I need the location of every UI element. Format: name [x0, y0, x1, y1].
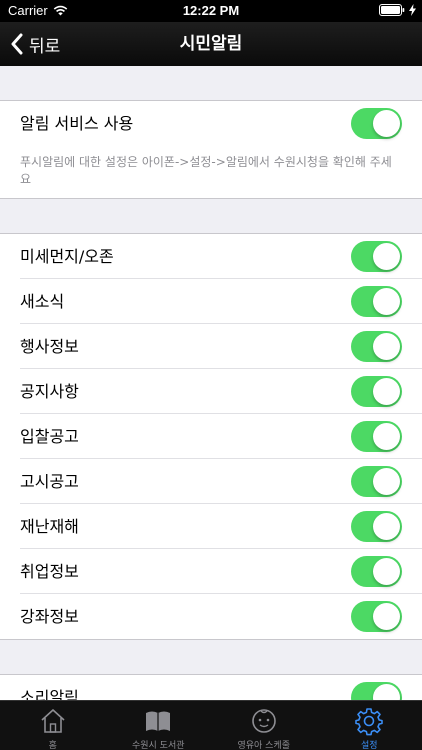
service-toggle-switch[interactable] [351, 108, 402, 139]
settings-list[interactable]: 알림 서비스 사용 푸시알림에 대한 설정은 아이폰->설정->알림에서 수원시… [0, 66, 422, 700]
category-toggle-switch[interactable] [351, 376, 402, 407]
category-toggle-switch[interactable] [351, 511, 402, 542]
category-toggle-switch[interactable] [351, 601, 402, 632]
category-section: 미세먼지/오존 새소식 행사정보 공지사항 입찰공고 고시공고 재난재해 취업정… [0, 233, 422, 640]
category-row: 미세먼지/오존 [0, 234, 422, 279]
category-label: 재난재해 [20, 517, 79, 536]
sound-section: 소리알림 [0, 674, 422, 700]
baby-icon [251, 709, 276, 733]
navigation-bar: 뒤로 시민알림 [0, 22, 422, 66]
tab-settings[interactable]: 설정 [317, 701, 422, 750]
category-label: 미세먼지/오존 [20, 247, 114, 266]
book-icon [146, 711, 171, 731]
category-toggle-switch[interactable] [351, 286, 402, 317]
service-section: 알림 서비스 사용 푸시알림에 대한 설정은 아이폰->설정->알림에서 수원시… [0, 100, 422, 199]
category-row: 공지사항 [0, 369, 422, 414]
tab-label: 설정 [360, 741, 378, 750]
service-toggle-row: 알림 서비스 사용 [0, 101, 422, 146]
chevron-left-icon [11, 33, 23, 55]
category-label: 행사정보 [20, 337, 79, 356]
category-toggle-switch[interactable] [351, 331, 402, 362]
status-right [379, 4, 416, 16]
category-toggle-switch[interactable] [351, 241, 402, 272]
tab-library[interactable]: 수원시 도서관 [106, 701, 212, 750]
category-row: 행사정보 [0, 324, 422, 369]
category-label: 새소식 [20, 292, 65, 311]
status-bar: Carrier 12:22 PM [0, 0, 422, 22]
sound-toggle-row: 소리알림 [0, 675, 422, 700]
category-label: 공지사항 [20, 382, 79, 401]
push-settings-note: 푸시알림에 대한 설정은 아이폰->설정->알림에서 수원시청을 확인해 주세요 [20, 155, 392, 186]
back-label: 뒤로 [29, 36, 61, 57]
category-toggle-switch[interactable] [351, 466, 402, 497]
service-toggle-label: 알림 서비스 사용 [20, 114, 134, 133]
category-row: 취업정보 [0, 549, 422, 594]
category-row: 재난재해 [0, 504, 422, 549]
back-button[interactable]: 뒤로 [10, 22, 60, 66]
category-label: 취업정보 [20, 562, 79, 581]
sound-toggle-switch[interactable] [351, 682, 402, 700]
category-row: 입찰공고 [0, 414, 422, 459]
battery-icon [379, 4, 405, 16]
tab-label: 수원시 도서관 [131, 741, 185, 750]
category-label: 입찰공고 [20, 427, 79, 446]
gear-icon [355, 708, 384, 736]
category-row: 새소식 [0, 279, 422, 324]
tab-home[interactable]: 홈 [0, 701, 106, 750]
tab-label: 홈 [48, 741, 57, 750]
category-toggle-switch[interactable] [351, 556, 402, 587]
tab-label: 영유아 스케줄 [237, 741, 291, 750]
category-row: 고시공고 [0, 459, 422, 504]
sound-toggle-label: 소리알림 [20, 688, 79, 700]
tab-bar: 홈 수원시 도서관 영유아 스케줄 설정 [0, 700, 422, 750]
home-icon [41, 709, 65, 733]
page-title: 시민알림 [179, 34, 243, 54]
category-row: 강좌정보 [0, 594, 422, 639]
tab-infant-schedule[interactable]: 영유아 스케줄 [211, 701, 317, 750]
category-toggle-switch[interactable] [351, 421, 402, 452]
category-label: 고시공고 [20, 472, 79, 491]
status-time: 12:22 PM [182, 3, 240, 18]
category-label: 강좌정보 [20, 607, 79, 626]
charging-bolt-icon [409, 4, 416, 16]
